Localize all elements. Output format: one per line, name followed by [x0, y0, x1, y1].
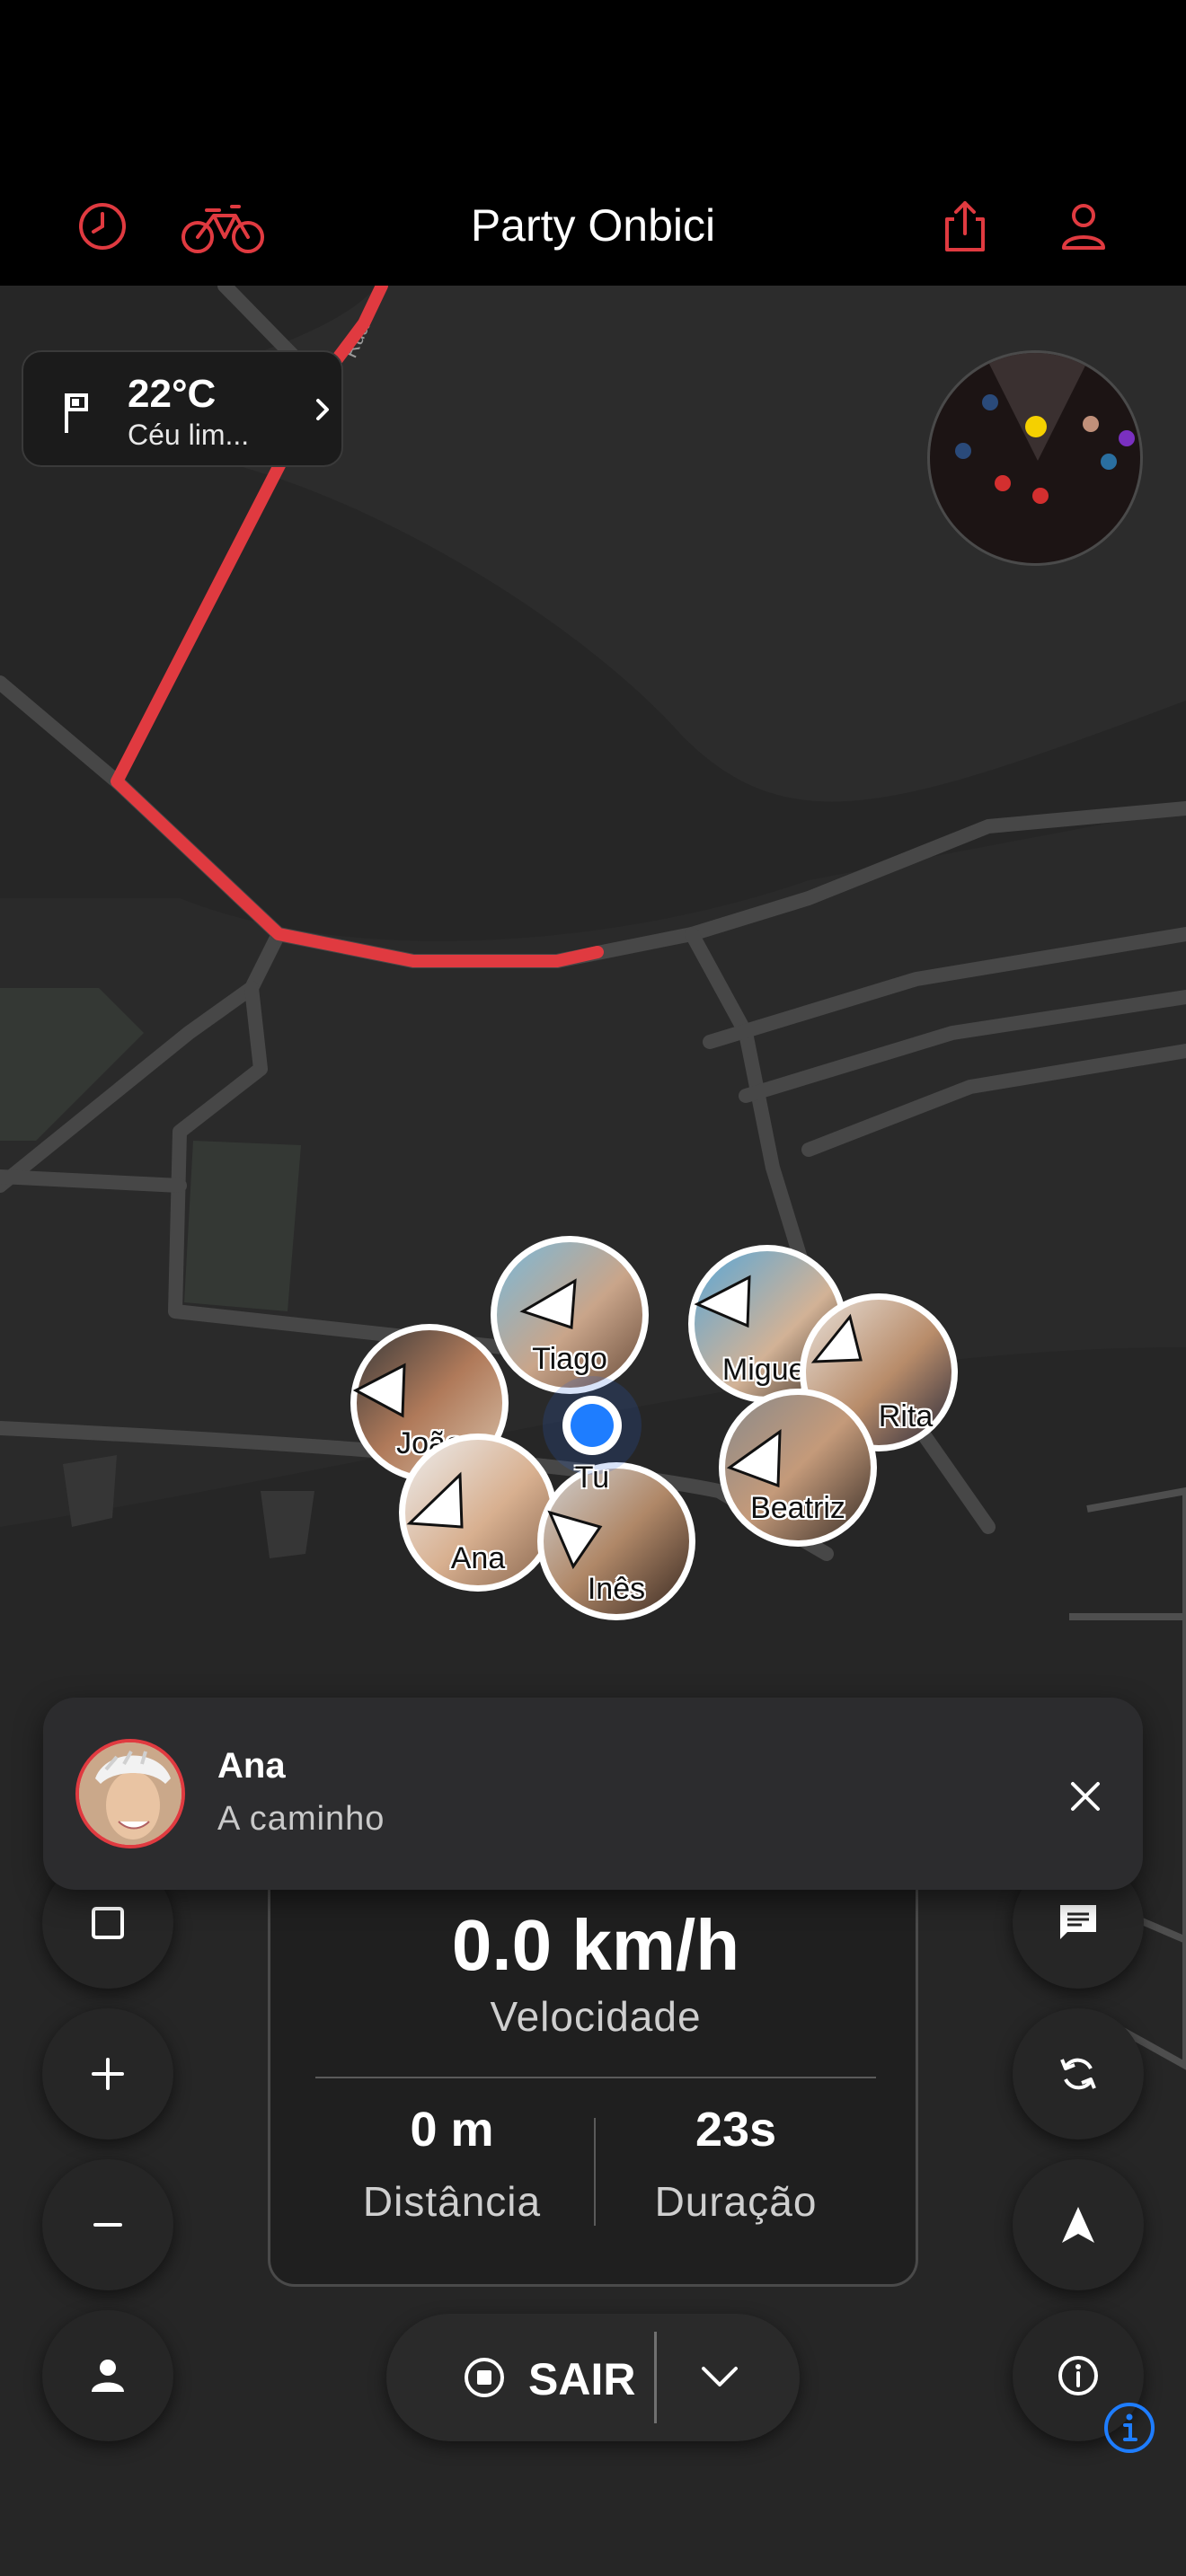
flag-icon	[65, 393, 88, 433]
navigation-arrow-icon	[1062, 2207, 1094, 2243]
zoom-in-icon	[92, 2058, 124, 2090]
chevron-down-icon	[702, 2367, 738, 2386]
exit-button[interactable]: SAIR	[528, 2353, 635, 2405]
rider-marker-ana[interactable]: Ana	[399, 1434, 557, 1592]
divider	[594, 2118, 596, 2226]
heading-arrow-icon	[352, 1363, 406, 1418]
person-button[interactable]	[42, 2310, 173, 2441]
profile-button[interactable]	[1048, 190, 1120, 262]
radar-dot	[1101, 454, 1117, 470]
sync-button[interactable]	[1013, 2008, 1144, 2139]
divider	[315, 2077, 876, 2078]
rider-marker-tiago[interactable]: Tiago	[491, 1236, 649, 1394]
ride-stats-panel: 0.0 km/h Velocidade 0 m Distância 23s Du…	[268, 1886, 918, 2287]
duration-label: Duração	[654, 2178, 818, 2225]
exit-options-dropdown[interactable]	[692, 2350, 748, 2405]
heading-arrow-icon	[810, 1313, 863, 1363]
page-title: Party Onbici	[470, 200, 716, 251]
profile-icon	[1062, 204, 1105, 250]
heading-arrow-icon	[694, 1275, 751, 1328]
distance-label: Distância	[362, 2178, 542, 2225]
speed-value: 0.0 km/h	[451, 1905, 740, 1985]
notification-status: A caminho	[217, 1800, 385, 1838]
radar-dot	[955, 443, 971, 459]
top-bar: Party Onbici	[0, 0, 1186, 286]
chat-icon	[1060, 1905, 1096, 1939]
rider-name: Inês	[587, 1572, 646, 1606]
heading-arrow-icon	[519, 1278, 577, 1330]
heading-arrow-icon	[406, 1471, 464, 1529]
divider	[654, 2332, 657, 2423]
notification-name: Ana	[217, 1746, 286, 1786]
radar-dot	[1032, 488, 1049, 504]
sync-icon	[1060, 2058, 1096, 2090]
rider-name: Tiago	[532, 1342, 607, 1376]
stop-circle-icon	[465, 2358, 504, 2397]
radar-dot	[995, 475, 1011, 491]
radar-dot	[982, 394, 998, 410]
share-icon	[945, 201, 985, 251]
my-location-label: Tu	[574, 1460, 610, 1495]
close-notification-button[interactable]	[1049, 1760, 1121, 1832]
rider-marker-beatriz[interactable]: Beatriz	[719, 1389, 877, 1547]
heading-arrow-icon	[726, 1429, 782, 1488]
share-button[interactable]	[929, 190, 1001, 262]
rider-name: Ana	[450, 1541, 506, 1575]
zoom-out-icon	[93, 2223, 122, 2227]
heading-arrow-icon	[547, 1510, 603, 1570]
weather-chip[interactable]: 22°C Céu lim...	[22, 350, 343, 467]
zoom-out-button[interactable]	[42, 2159, 173, 2290]
duration-value: 23s	[695, 2103, 777, 2157]
zoom-in-button[interactable]	[42, 2008, 173, 2139]
exit-control: SAIR	[386, 2314, 800, 2441]
temperature: 22°C	[128, 372, 217, 416]
recenter-button[interactable]	[1013, 2159, 1144, 2290]
stop-square-icon	[92, 1907, 124, 1939]
radar-dot	[1119, 430, 1135, 446]
chevron-right-icon	[316, 399, 329, 420]
group-radar[interactable]	[927, 350, 1143, 566]
speed-label: Velocidade	[490, 1993, 702, 2040]
notification-toast[interactable]: Ana A caminho	[43, 1698, 1143, 1890]
person-icon	[92, 2360, 124, 2392]
close-icon	[1071, 1782, 1100, 1811]
radar-dot	[1025, 416, 1047, 437]
rider-name: Beatriz	[750, 1491, 845, 1525]
radar-dot	[1083, 416, 1099, 432]
avatar	[75, 1739, 185, 1848]
weather-condition: Céu lim...	[128, 419, 250, 451]
avatar-photo	[79, 1742, 181, 1845]
distance-value: 0 m	[410, 2103, 494, 2157]
info-badge-icon[interactable]	[1102, 2400, 1157, 2456]
info-icon	[1058, 2356, 1098, 2395]
